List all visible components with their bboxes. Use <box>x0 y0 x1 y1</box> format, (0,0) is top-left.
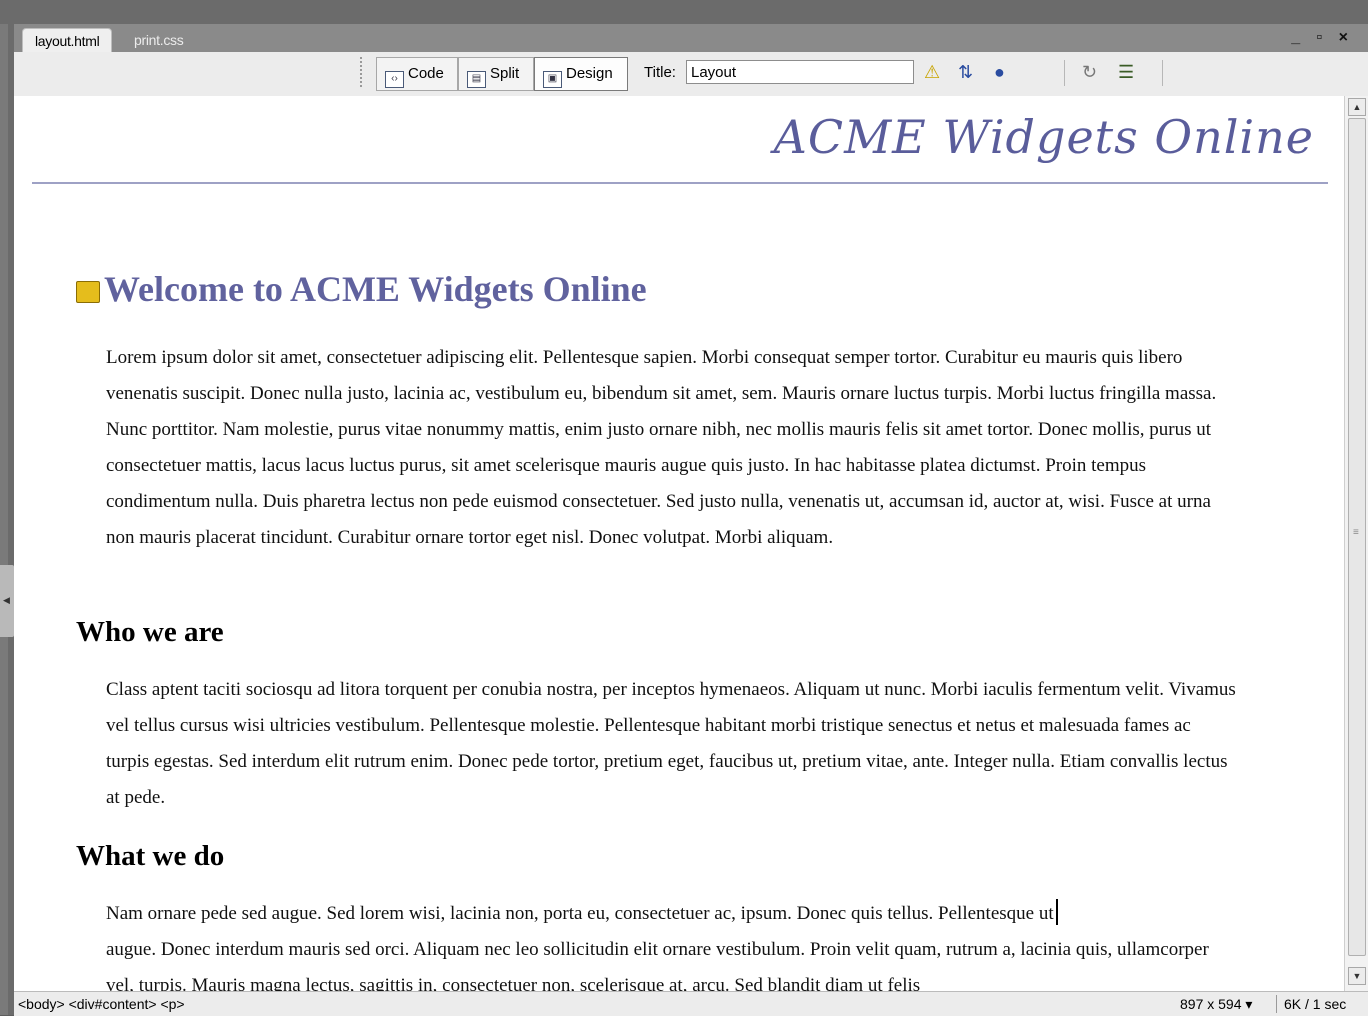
title-input[interactable] <box>686 60 914 84</box>
code-view-label: Code <box>408 65 444 82</box>
document-toolbar: ‹›Code ▤Split ▣Design Title: ⚠ ⇅ ● ↻ ☰ <box>14 52 1368 97</box>
what-we-do-line-1: Nam ornare pede sed augue. Sed lorem wis… <box>106 903 1054 924</box>
site-logo: ACME Widgets Online <box>773 110 1314 164</box>
anchor-marker-icon[interactable] <box>76 281 100 303</box>
page-heading: Welcome to ACME Widgets Online <box>76 268 647 310</box>
who-we-are-heading: Who we are <box>76 616 224 648</box>
preview-in-browser-icon[interactable]: ● <box>994 60 1005 84</box>
download-size: 6K / 1 sec <box>1284 996 1347 1012</box>
grip-icon: ≡ <box>1353 527 1359 538</box>
collapse-arrow-icon: ◀ <box>3 595 10 605</box>
split-view-icon: ▤ <box>467 71 486 88</box>
design-view-button[interactable]: ▣ Design <box>534 57 628 91</box>
who-we-are-paragraph[interactable]: Class aptent taciti sociosqu ad litora t… <box>106 672 1236 816</box>
code-view-icon: ‹› <box>385 71 404 88</box>
what-we-do-heading: What we do <box>76 840 225 872</box>
window-size-menu[interactable]: 897 x 594 ▾ <box>1180 992 1252 1016</box>
panel-edge <box>0 24 8 1015</box>
status-bar: <body> <div#content> <p> 897 x 594 ▾ 6K … <box>14 991 1368 1016</box>
what-we-do-paragraph[interactable]: Nam ornare pede sed augue. Sed lorem wis… <box>106 896 1236 991</box>
view-options-icon[interactable]: ☰ <box>1118 60 1134 84</box>
what-we-do-line-2: augue. Donec interdum mauris sed orci. A… <box>106 939 1209 991</box>
file-management-icon[interactable]: ⇅ <box>958 60 973 84</box>
split-view-button[interactable]: ▤ Split <box>458 57 534 91</box>
toolbar-separator <box>1064 60 1065 86</box>
scroll-up-icon[interactable]: ▲ <box>1348 98 1366 116</box>
intro-paragraph[interactable]: Lorem ipsum dolor sit amet, consectetuer… <box>106 340 1236 556</box>
toolbar-grip[interactable] <box>360 57 368 87</box>
tab-layout-html[interactable]: layout.html <box>22 28 113 53</box>
refresh-icon[interactable]: ↻ <box>1082 60 1097 84</box>
title-label: Title: <box>644 64 676 81</box>
header-divider <box>32 182 1328 184</box>
scroll-down-icon[interactable]: ▼ <box>1348 967 1366 985</box>
document-tab-bar: layout.html print.css _ ▫ × <box>14 24 1368 53</box>
scroll-thumb[interactable]: ≡ <box>1348 118 1366 956</box>
toolbar-separator <box>1162 60 1163 86</box>
window-controls[interactable]: _ ▫ × <box>1291 26 1354 50</box>
text-cursor <box>1055 899 1058 925</box>
tag-selector[interactable]: <body> <div#content> <p> <box>18 992 185 1016</box>
split-view-label: Split <box>490 65 520 82</box>
browser-compatibility-icon[interactable]: ⚠ <box>924 60 940 84</box>
tab-print-css[interactable]: print.css <box>122 28 195 52</box>
design-view-document[interactable]: ACME Widgets Online Welcome to ACME Widg… <box>14 96 1344 991</box>
vertical-scrollbar[interactable]: ▲ ≡ ▼ <box>1344 96 1368 991</box>
page-heading-text: Welcome to ACME Widgets Online <box>104 269 647 309</box>
status-separator <box>1276 995 1277 1013</box>
design-view-label: Design <box>566 65 613 82</box>
panel-collapse-handle[interactable]: ◀ <box>0 565 14 637</box>
design-view-icon: ▣ <box>543 71 562 88</box>
code-view-button[interactable]: ‹› Code <box>376 57 458 91</box>
